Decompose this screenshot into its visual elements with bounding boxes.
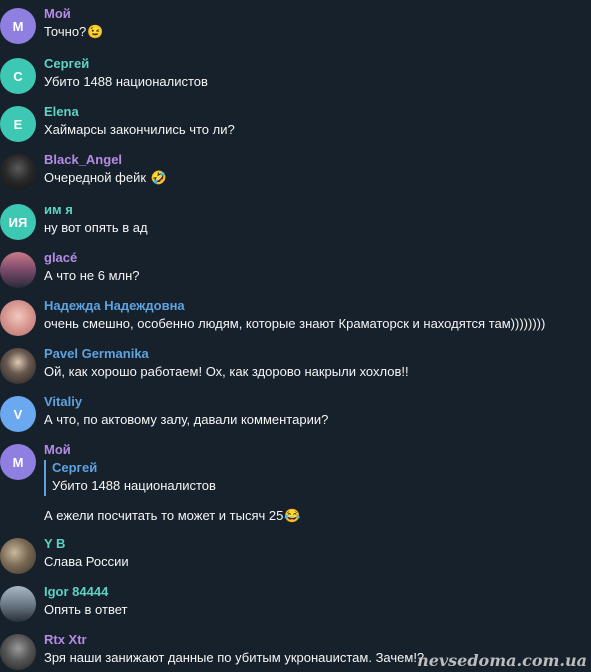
reply-text: Убито 1488 националистов	[52, 478, 216, 493]
photo-avatar-icon[interactable]	[0, 538, 36, 574]
author-name[interactable]: Надежда Надеждовна	[44, 298, 185, 313]
avatar[interactable]: ИЯ	[0, 204, 36, 240]
avatar[interactable]: С	[0, 58, 36, 94]
avatar-initials: М	[12, 18, 24, 34]
author-name[interactable]: Y B	[44, 536, 65, 551]
author-name[interactable]: им я	[44, 202, 73, 217]
message-text-body: А ежели посчитать то может и тысяч 25	[44, 508, 284, 523]
photo-avatar-icon[interactable]	[0, 300, 36, 336]
avatar[interactable]: М	[0, 8, 36, 44]
watermark: nevsedoma.com.ua	[417, 651, 587, 670]
author-name[interactable]: Elena	[44, 104, 79, 119]
message-text: Слава России	[44, 554, 129, 569]
author-name[interactable]: Мой	[44, 442, 71, 457]
avatar[interactable]: V	[0, 396, 36, 432]
author-name[interactable]: Black_Angel	[44, 152, 122, 167]
author-name[interactable]: Мой	[44, 6, 71, 21]
message-text: Очередной фейк 🤣	[44, 170, 167, 186]
avatar[interactable]: E	[0, 106, 36, 142]
photo-avatar-icon[interactable]	[0, 634, 36, 670]
message-text: Убито 1488 националистов	[44, 74, 208, 89]
message-text: ну вот опять в ад	[44, 220, 148, 235]
message-text: Точно?😉	[44, 24, 103, 40]
chat-feed: М Мой Точно?😉 С Сергей Убито 1488 национ…	[0, 0, 591, 672]
message-text: А ежели посчитать то может и тысяч 25😂	[44, 508, 301, 524]
rofl-emoji: 🤣	[150, 170, 167, 185]
message-text-body: Точно?	[44, 24, 87, 39]
message-text: Ой, как хорошо работаем! Ох, как здорово…	[44, 364, 409, 379]
avatar-initials: E	[13, 116, 23, 132]
author-name[interactable]: glacé	[44, 250, 77, 265]
photo-avatar-icon[interactable]	[0, 252, 36, 288]
avatar-initials: С	[13, 68, 23, 84]
author-name[interactable]: Vitaliy	[44, 394, 82, 409]
message-text: Опять в ответ	[44, 602, 128, 617]
message-text-body: Очередной фейк	[44, 170, 147, 185]
message-text: А что не 6 млн?	[44, 268, 140, 283]
wink-emoji: 😉	[87, 24, 104, 39]
avatar-initials: V	[13, 406, 23, 422]
photo-avatar-icon[interactable]	[0, 348, 36, 384]
message-text: А что, по актовому залу, давали коммента…	[44, 412, 329, 427]
reply-quote[interactable]: Сергей Убито 1488 националистов	[44, 460, 216, 496]
laughing-emoji: 😂	[284, 508, 301, 523]
avatar-initials: ИЯ	[8, 214, 28, 230]
author-name[interactable]: Igor 84444	[44, 584, 108, 599]
avatar-initials: М	[12, 454, 24, 470]
author-name[interactable]: Rtx Xtr	[44, 632, 87, 647]
message-text: Хаймарсы закончились что ли?	[44, 122, 235, 137]
author-name[interactable]: Сергей	[44, 56, 89, 71]
reply-author: Сергей	[52, 460, 98, 475]
avatar[interactable]: М	[0, 444, 36, 480]
message-text: очень смешно, особенно людям, которые зн…	[44, 316, 546, 331]
message-text: Зря наши занижают данные по убитым укрон…	[44, 650, 425, 665]
author-name[interactable]: Pavel Germanika	[44, 346, 149, 361]
photo-avatar-icon[interactable]	[0, 586, 36, 622]
photo-avatar-icon[interactable]	[0, 154, 36, 190]
